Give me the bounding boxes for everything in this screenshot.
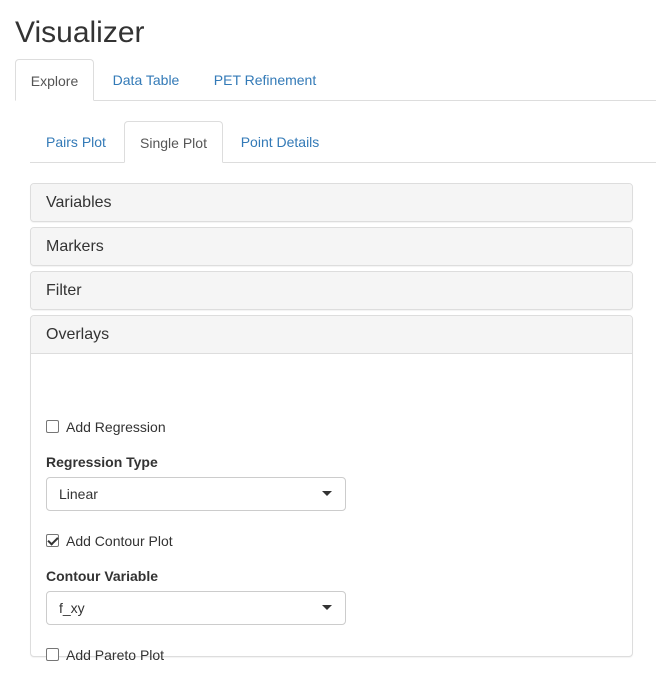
contour-variable-value: f_xy bbox=[59, 600, 85, 616]
caret-down-icon bbox=[322, 491, 332, 496]
add-pareto-label[interactable]: Add Pareto Plot bbox=[66, 645, 164, 665]
add-regression-checkbox[interactable] bbox=[46, 420, 59, 433]
add-pareto-checkbox[interactable] bbox=[46, 648, 59, 661]
tab-pairs-plot[interactable]: Pairs Plot bbox=[34, 121, 118, 163]
add-contour-checkbox[interactable] bbox=[46, 534, 59, 547]
regression-type-value: Linear bbox=[59, 486, 98, 502]
tab-point-details[interactable]: Point Details bbox=[230, 121, 330, 163]
regression-type-label: Regression Type bbox=[46, 454, 158, 470]
tab-data-table[interactable]: Data Table bbox=[103, 59, 189, 101]
contour-variable-select[interactable]: f_xy bbox=[46, 591, 346, 625]
main-tab-bar: Explore Data Table PET Refinement bbox=[15, 59, 656, 101]
explore-sub-tab-bar: Pairs Plot Single Plot Point Details bbox=[30, 121, 656, 163]
tab-explore[interactable]: Explore bbox=[15, 59, 94, 101]
add-contour-label[interactable]: Add Contour Plot bbox=[66, 531, 173, 551]
panel-markers: Markers bbox=[30, 227, 633, 266]
contour-variable-label: Contour Variable bbox=[46, 568, 159, 584]
panel-filter-heading[interactable]: Filter bbox=[31, 272, 632, 309]
panel-filter: Filter bbox=[30, 271, 633, 310]
panel-overlays: Overlays Add Regression Regression Type … bbox=[30, 315, 633, 663]
panel-variables: Variables bbox=[30, 183, 633, 222]
tab-pet-refinement[interactable]: PET Refinement bbox=[203, 59, 327, 101]
panel-variables-heading[interactable]: Variables bbox=[31, 184, 632, 221]
panel-overlays-body: Add Regression Regression Type Linear Ad… bbox=[31, 353, 632, 663]
tab-single-plot[interactable]: Single Plot bbox=[124, 121, 223, 163]
caret-down-icon bbox=[322, 605, 332, 610]
regression-type-select[interactable]: Linear bbox=[46, 477, 346, 511]
panel-markers-heading[interactable]: Markers bbox=[31, 228, 632, 265]
panel-overlays-heading[interactable]: Overlays bbox=[31, 316, 632, 353]
add-regression-label[interactable]: Add Regression bbox=[66, 417, 166, 437]
app-title: Visualizer bbox=[15, 16, 145, 49]
